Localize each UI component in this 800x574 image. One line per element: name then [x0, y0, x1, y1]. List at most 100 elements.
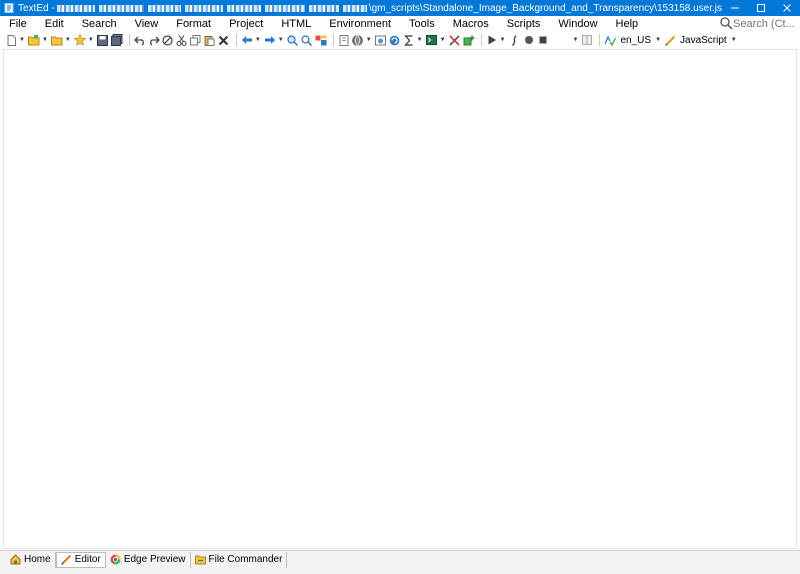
tab-home[interactable]: Home	[6, 551, 56, 568]
redacted-path-block	[184, 4, 223, 12]
find-icon[interactable]	[287, 34, 299, 46]
copy-icon[interactable]	[190, 34, 202, 46]
locale-selector[interactable]: en_US	[620, 35, 651, 46]
editor-area[interactable]	[3, 49, 797, 549]
menu-tools[interactable]: Tools	[400, 16, 444, 32]
sigma-icon[interactable]	[403, 34, 415, 46]
toolbar-separator	[235, 34, 237, 46]
back-arrow-icon[interactable]	[241, 34, 253, 46]
redacted-path-block	[309, 4, 339, 12]
chevron-down-icon[interactable]: ▼	[655, 37, 661, 43]
search-input[interactable]	[733, 17, 795, 30]
redacted-path-block	[56, 4, 95, 12]
file-commander-icon	[194, 554, 206, 565]
menu-project[interactable]: Project	[220, 16, 272, 32]
chevron-down-icon[interactable]: ▼	[500, 37, 506, 43]
chevron-down-icon[interactable]: ▼	[440, 37, 446, 43]
record-icon[interactable]	[523, 34, 535, 46]
play-icon[interactable]	[486, 34, 498, 46]
chevron-down-icon[interactable]: ▼	[573, 37, 579, 43]
chevron-down-icon[interactable]: ▼	[731, 37, 737, 43]
maximize-button[interactable]	[748, 0, 774, 16]
language-selector[interactable]: JavaScript	[680, 35, 727, 46]
redo-icon[interactable]	[148, 34, 160, 46]
toolbar-separator	[480, 34, 482, 46]
menu-bar: File Edit Search View Format Project HTM…	[0, 16, 800, 32]
browser-preview-icon[interactable]	[375, 34, 387, 46]
replace-icon[interactable]	[315, 34, 327, 46]
minimize-button[interactable]	[722, 0, 748, 16]
tab-file-commander[interactable]: File Commander	[191, 551, 288, 568]
undo-icon[interactable]	[133, 34, 146, 46]
menu-html[interactable]: HTML	[272, 16, 320, 32]
menu-search[interactable]: Search	[73, 16, 126, 32]
search-icon	[720, 17, 733, 30]
toolbar-separator	[332, 34, 334, 46]
document-icon[interactable]	[338, 34, 350, 46]
find-next-icon[interactable]	[301, 34, 313, 46]
menu-view[interactable]: View	[126, 16, 168, 32]
menu-file[interactable]: File	[0, 16, 36, 32]
recent-folder-icon[interactable]	[50, 34, 63, 46]
globe-icon[interactable]	[352, 34, 364, 46]
redacted-path-block	[265, 4, 306, 12]
new-file-icon[interactable]	[5, 34, 17, 46]
chevron-down-icon[interactable]: ▼	[19, 37, 25, 43]
highlighter-icon[interactable]	[664, 34, 676, 46]
open-folder-icon[interactable]	[27, 34, 40, 46]
chevron-down-icon[interactable]: ▼	[278, 37, 284, 43]
menu-help[interactable]: Help	[607, 16, 648, 32]
redacted-path-block	[226, 4, 262, 12]
close-button[interactable]	[774, 0, 800, 16]
search-box[interactable]	[720, 17, 795, 30]
spell-check-icon[interactable]	[604, 34, 617, 46]
tab-editor[interactable]: Editor	[55, 551, 106, 568]
tab-edge-preview[interactable]: Edge Preview	[106, 551, 191, 568]
columns-icon[interactable]	[581, 34, 593, 46]
delete-icon[interactable]	[218, 34, 230, 46]
redacted-path-block	[98, 4, 144, 12]
stop-icon[interactable]	[537, 34, 549, 46]
clear-icon[interactable]	[162, 34, 174, 46]
chevron-down-icon[interactable]: ▼	[366, 37, 372, 43]
paste-icon[interactable]	[204, 34, 216, 46]
menu-scripts[interactable]: Scripts	[498, 16, 550, 32]
status-strip	[0, 568, 800, 574]
title-bar: TextEd - \gm_scripts\Standalone_Image_Ba…	[0, 0, 800, 16]
redacted-path-block	[147, 4, 181, 12]
refresh-globe-icon[interactable]	[389, 34, 401, 46]
home-icon	[10, 554, 21, 565]
script-icon[interactable]	[509, 34, 521, 46]
forward-arrow-icon[interactable]	[264, 34, 276, 46]
save-icon[interactable]	[97, 34, 109, 46]
favorites-star-icon[interactable]	[73, 34, 86, 46]
tools-icon[interactable]	[449, 34, 461, 46]
window-title-app: TextEd -	[18, 2, 55, 14]
window-title: TextEd - \gm_scripts\Standalone_Image_Ba…	[18, 3, 722, 14]
menu-environment[interactable]: Environment	[320, 16, 400, 32]
toolbar: ▼ ▼ ▼ ▼ ▼ ▼ ▼ ▼ ▼ ▼ ▼ en_US ▼ JavaScript…	[0, 32, 800, 48]
tab-editor-label: Editor	[74, 554, 101, 565]
menu-edit[interactable]: Edit	[36, 16, 73, 32]
tab-home-label: Home	[24, 554, 51, 565]
redacted-path-block	[342, 4, 367, 12]
toolbar-separator	[599, 34, 601, 46]
maximize-icon	[757, 4, 765, 12]
chevron-down-icon[interactable]: ▼	[255, 37, 261, 43]
chevron-down-icon[interactable]: ▼	[65, 37, 71, 43]
chevron-down-icon[interactable]: ▼	[42, 37, 48, 43]
save-all-icon[interactable]	[110, 34, 123, 46]
chevron-down-icon[interactable]: ▼	[88, 37, 94, 43]
menu-format[interactable]: Format	[167, 16, 220, 32]
minimize-icon	[731, 7, 739, 9]
chevron-down-icon[interactable]: ▼	[417, 37, 423, 43]
cut-icon[interactable]	[176, 34, 188, 46]
bottom-tab-bar: Home Editor Edge Preview File Commander	[0, 550, 800, 568]
plugin-add-icon[interactable]	[463, 34, 475, 46]
browser-icon	[110, 554, 121, 565]
window-title-path: \gm_scripts\Standalone_Image_Background_…	[368, 2, 722, 14]
pencil-icon	[60, 554, 72, 565]
terminal-icon[interactable]	[426, 34, 438, 46]
menu-macros[interactable]: Macros	[444, 16, 498, 32]
menu-window[interactable]: Window	[549, 16, 606, 32]
